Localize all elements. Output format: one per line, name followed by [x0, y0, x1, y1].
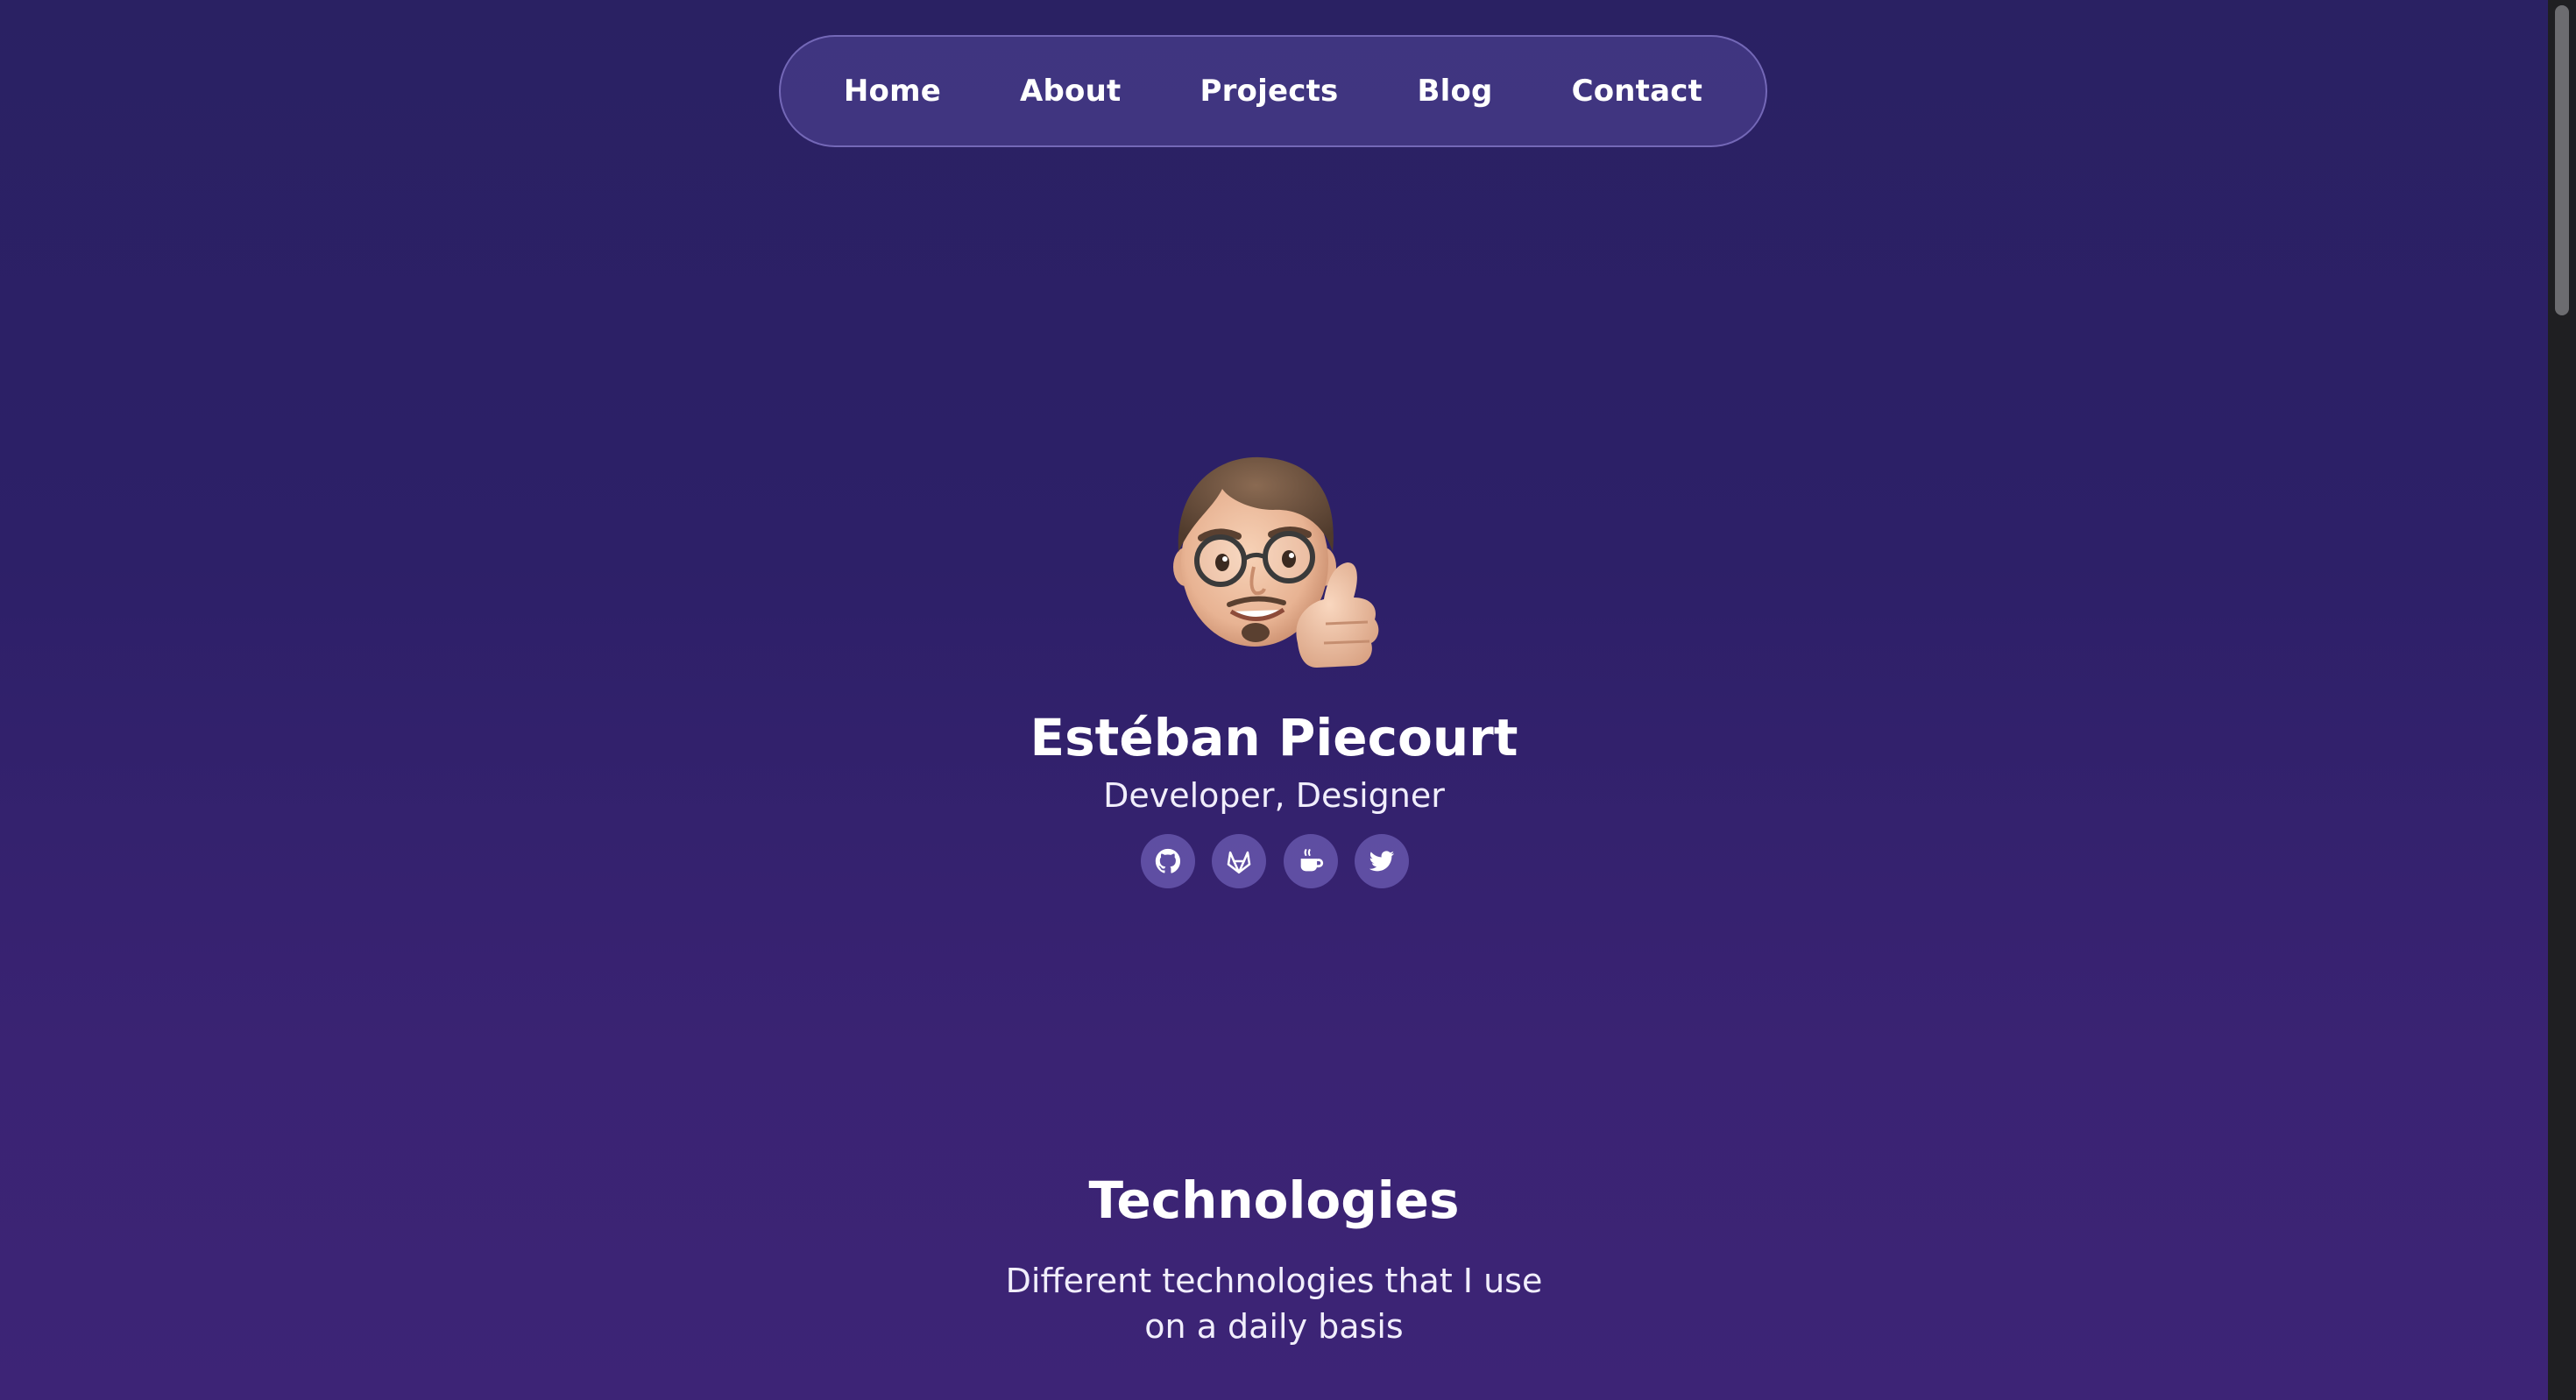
- twitter-link[interactable]: [1354, 834, 1409, 888]
- hero-name: Estéban Piecourt: [1030, 708, 1518, 767]
- nav-item-projects[interactable]: Projects: [1160, 74, 1377, 109]
- nav-item-home[interactable]: Home: [804, 74, 980, 109]
- main-nav: Home About Projects Blog Contact: [779, 35, 1767, 147]
- nav-item-about[interactable]: About: [980, 74, 1160, 109]
- nav-item-blog[interactable]: Blog: [1377, 74, 1532, 109]
- technologies-subtitle-line-1: Different technologies that I use: [1005, 1262, 1543, 1300]
- github-link[interactable]: [1141, 834, 1195, 888]
- technologies-title: Technologies: [1088, 1170, 1460, 1230]
- technologies-subtitle: Different technologies that I use on a d…: [964, 1258, 1584, 1349]
- scrollbar-thumb[interactable]: [2555, 5, 2569, 315]
- coffee-link[interactable]: [1283, 834, 1338, 888]
- page: Home About Projects Blog Contact Estéban…: [0, 0, 2548, 1400]
- technologies-subtitle-line-2: on a daily basis: [1144, 1307, 1404, 1346]
- coffee-icon: [1300, 849, 1323, 872]
- github-icon: [1155, 848, 1181, 873]
- social-links: [1141, 834, 1409, 888]
- nav-item-contact[interactable]: Contact: [1532, 74, 1743, 109]
- twitter-icon: [1369, 851, 1395, 872]
- vertical-scrollbar[interactable]: [2548, 0, 2576, 1400]
- gitlab-icon: [1228, 851, 1251, 874]
- hero-role: Developer, Designer: [1103, 776, 1445, 815]
- memoji-thumbs-up-icon: [1168, 449, 1387, 673]
- gitlab-link[interactable]: [1212, 834, 1267, 888]
